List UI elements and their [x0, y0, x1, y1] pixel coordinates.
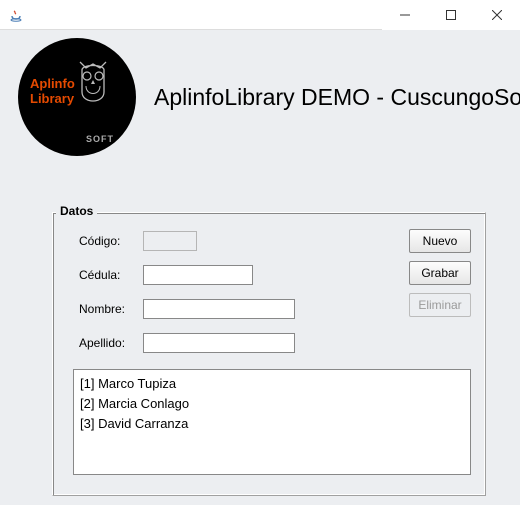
java-icon — [8, 7, 24, 23]
row-nombre: Nombre: — [79, 299, 295, 319]
label-codigo: Código: — [79, 234, 143, 248]
input-codigo — [143, 231, 197, 251]
nuevo-button[interactable]: Nuevo — [409, 229, 471, 253]
datos-group: Datos Código: Cédula: Nombre: Apellido: … — [52, 210, 486, 500]
minimize-button[interactable] — [382, 0, 428, 30]
group-box: Código: Cédula: Nombre: Apellido: Nuevo … — [52, 212, 486, 496]
titlebar — [0, 0, 520, 30]
client-area: Aplinfo Library SOFT AplinfoLibrary DEMO… — [0, 30, 520, 505]
grabar-button[interactable]: Grabar — [409, 261, 471, 285]
app-title: AplinfoLibrary DEMO - CuscungoSoft — [154, 84, 520, 111]
eliminar-button: Eliminar — [409, 293, 471, 317]
owl-icon — [70, 56, 116, 116]
group-label: Datos — [56, 204, 97, 218]
label-nombre: Nombre: — [79, 302, 143, 316]
row-apellido: Apellido: — [79, 333, 295, 353]
row-codigo: Código: — [79, 231, 197, 251]
input-nombre[interactable] — [143, 299, 295, 319]
row-cedula: Cédula: — [79, 265, 253, 285]
header: Aplinfo Library SOFT AplinfoLibrary DEMO… — [0, 30, 520, 160]
label-cedula: Cédula: — [79, 268, 143, 282]
logo-line2: Library — [30, 91, 74, 106]
close-button[interactable] — [474, 0, 520, 30]
titlebar-left — [8, 7, 30, 23]
list-item[interactable]: [1] Marco Tupiza — [80, 374, 464, 394]
maximize-button[interactable] — [428, 0, 474, 30]
logo: Aplinfo Library SOFT — [18, 38, 136, 156]
list-item[interactable]: [3] David Carranza — [80, 414, 464, 434]
input-cedula[interactable] — [143, 265, 253, 285]
input-apellido[interactable] — [143, 333, 295, 353]
logo-line1: Aplinfo — [30, 76, 75, 91]
logo-brand: SOFT — [86, 134, 114, 144]
list-item[interactable]: [2] Marcia Conlago — [80, 394, 464, 414]
window-controls — [382, 0, 520, 29]
label-apellido: Apellido: — [79, 336, 143, 350]
records-listbox[interactable]: [1] Marco Tupiza [2] Marcia Conlago [3] … — [73, 369, 471, 475]
